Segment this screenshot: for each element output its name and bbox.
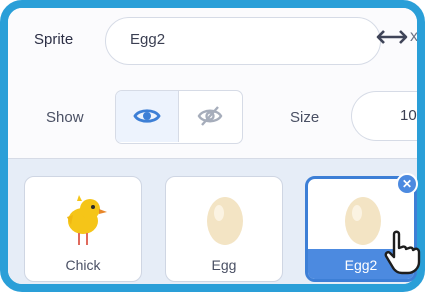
sprite-tile-egg[interactable]: Egg: [165, 176, 283, 282]
sprite-label: Sprite: [34, 31, 74, 48]
sprite-tile-label: Egg: [211, 257, 237, 273]
egg-icon: [345, 197, 381, 245]
show-label: Show: [46, 109, 84, 126]
eye-icon: [133, 109, 161, 123]
size-input[interactable]: 100: [351, 91, 425, 141]
size-label: Size: [290, 109, 320, 126]
egg-icon: [207, 197, 243, 245]
size-value: 100: [400, 107, 425, 124]
chick-icon: [67, 195, 107, 245]
sprite-info-panel: Sprite Egg2 x Show Size 100: [8, 8, 417, 158]
x-label-partial: x: [410, 28, 418, 45]
sprite-tile-chick[interactable]: Chick: [24, 176, 142, 282]
show-sprite-button[interactable]: [116, 91, 179, 142]
left-right-arrows-icon: [376, 30, 408, 44]
eye-slash-icon: [197, 106, 223, 126]
close-icon: ✕: [401, 177, 413, 191]
sprite-tile-label: Chick: [65, 257, 101, 273]
hand-cursor-icon: [384, 230, 421, 275]
sprite-name-value: Egg2: [130, 31, 166, 48]
sprite-name-input[interactable]: Egg2: [105, 17, 381, 65]
delete-sprite-button[interactable]: ✕: [396, 173, 418, 195]
visibility-toggle: [115, 90, 243, 144]
hide-sprite-button[interactable]: [179, 91, 242, 142]
